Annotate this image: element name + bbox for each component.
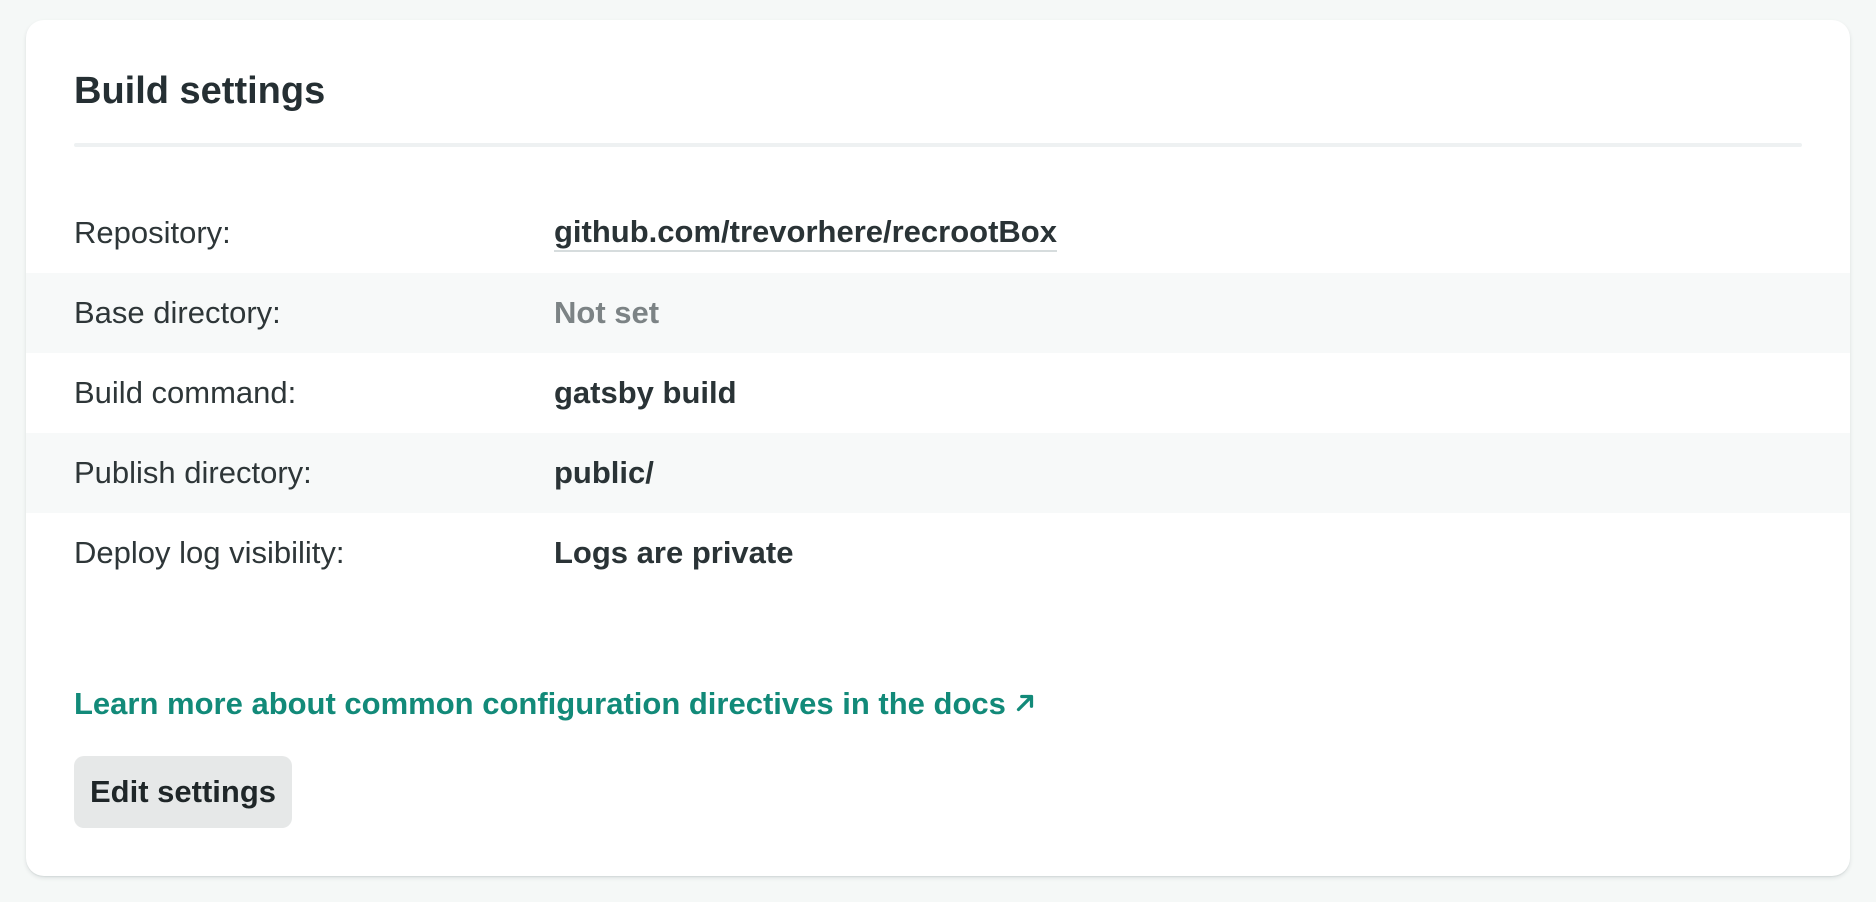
row-build-command: Build command: gatsby build [26,353,1850,433]
publish-directory-value: public/ [554,455,654,490]
docs-link[interactable]: Learn more about common configuration di… [74,684,1038,724]
docs-link-text: Learn more about common configuration di… [74,686,1006,721]
deploy-log-visibility-label: Deploy log visibility: [74,535,345,570]
title-divider [74,143,1802,147]
base-directory-label: Base directory: [74,295,281,330]
repository-link[interactable]: github.com/trevorhere/recrootBox [554,214,1057,252]
card-title: Build settings [74,70,326,112]
row-publish-directory: Publish directory: public/ [26,433,1850,513]
row-repository: Repository: github.com/trevorhere/recroo… [26,193,1850,273]
repository-label: Repository: [74,215,231,250]
deploy-log-visibility-value: Logs are private [554,535,794,570]
row-base-directory: Base directory: Not set [26,273,1850,353]
edit-settings-button[interactable]: Edit settings [74,756,292,828]
base-directory-value: Not set [554,295,660,330]
publish-directory-label: Publish directory: [74,455,312,490]
row-deploy-log-visibility: Deploy log visibility: Logs are private [26,513,1850,593]
settings-list: Repository: github.com/trevorhere/recroo… [26,193,1850,593]
build-settings-card: Build settings Repository: github.com/tr… [26,20,1850,876]
external-link-arrow-icon [1016,694,1033,712]
build-command-label: Build command: [74,375,297,410]
build-command-value: gatsby build [554,375,737,410]
